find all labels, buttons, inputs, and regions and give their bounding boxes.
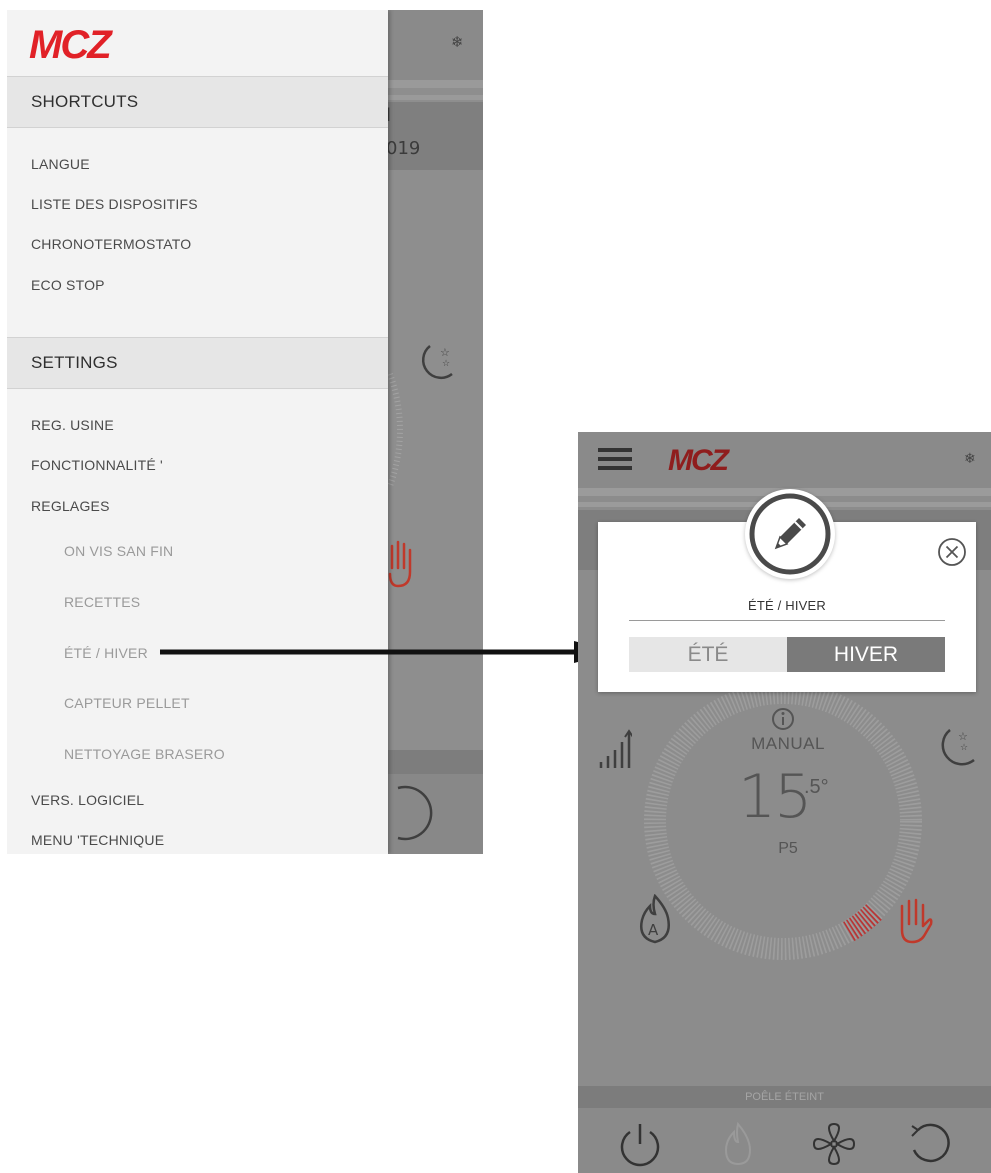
menu-item-fonctionnalite[interactable]: FONCTIONNALITÉ ' [31,457,163,473]
hand-icon [388,540,412,588]
snowflake-icon: ❄ [451,34,464,51]
shortcuts-header: SHORTCUTS [7,76,388,128]
menu-item-menu-technique[interactable]: MENU 'TECHNIQUE [31,832,164,848]
info-icon[interactable] [770,706,796,732]
hiver-option-button[interactable]: HIVER [787,637,945,672]
menu-item-langue[interactable]: LANGUE [31,156,90,172]
fan-icon[interactable] [810,1120,858,1168]
svg-text:☆: ☆ [440,346,450,359]
submenu-item-ete-hiver[interactable]: ÉTÉ / HIVER [64,645,148,661]
navigation-drawer: MCZ SHORTCUTS LANGUE LISTE DES DISPOSITI… [7,10,388,854]
menu-item-eco-stop[interactable]: ECO STOP [31,277,105,293]
pencil-icon [749,493,831,575]
svg-text:☆: ☆ [442,359,450,369]
svg-text:A: A [648,921,659,939]
menu-item-liste-des-dispositifs[interactable]: LISTE DES DISPOSITIFS [31,196,198,212]
submenu-item-recettes[interactable]: RECETTES [64,594,140,610]
manual-hand-icon[interactable] [896,896,934,944]
svg-text:☆: ☆ [960,743,968,753]
composite-figure: l 019 ❄ ☆ ☆ MCZ SHORTCUTS LANGUE LISTE D… [0,0,991,1173]
background-app: l 019 ❄ ☆ ☆ [386,10,483,854]
submenu-item-capteur-pellet[interactable]: CAPTEUR PELLET [64,695,190,711]
menu-item-reg-usine[interactable]: REG. USINE [31,417,114,433]
svg-text:MCZ: MCZ [29,24,113,64]
dial-edge [388,372,403,488]
svg-text:MCZ: MCZ [668,444,731,474]
app-screenshot: MCZ ❄ ☆ ☆ A MANUAL 15 .5° P5 POÊLE ÉTEIN… [578,432,991,1173]
power-icon[interactable] [616,1120,664,1168]
submenu-item-on-vis-san-fin[interactable]: ON VIS SAN FIN [64,543,173,559]
mcz-logo: MCZ [29,24,115,64]
stove-status-bar: POÊLE ÉTEINT [578,1086,991,1108]
close-icon[interactable] [936,536,968,568]
snowflake-icon: ❄ [964,450,976,466]
ete-option-button[interactable]: ÉTÉ [629,637,787,672]
refresh-icon [397,785,433,841]
drawer-screenshot: l 019 ❄ ☆ ☆ MCZ SHORTCUTS LANGUE LISTE D… [7,10,483,854]
mcz-logo: MCZ [668,444,733,474]
menu-item-reglages[interactable]: REGLAGES [31,498,110,514]
svg-text:☆: ☆ [958,730,968,743]
hamburger-menu-icon[interactable] [598,446,632,472]
auto-flame-icon[interactable]: A [636,894,674,944]
divider [629,620,945,621]
menu-item-chronotermostato[interactable]: CHRONOTERMOSTATO [31,236,191,252]
submenu-item-nettoyage-brasero[interactable]: NETTOYAGE BRASERO [64,746,225,762]
flame-icon[interactable] [714,1120,762,1168]
settings-header: SETTINGS [7,337,388,389]
background-text-fragment: 019 [386,138,421,159]
edit-badge [745,489,835,579]
refresh-icon[interactable] [906,1120,954,1168]
power-level-label: P5 [778,840,798,857]
moon-icon[interactable]: ☆ ☆ [934,722,978,772]
mode-label: MANUAL [751,734,825,753]
dialog-title: ÉTÉ / HIVER [747,598,827,613]
arrow-connector [160,641,616,663]
temperature-decimal: .5° [804,776,829,798]
temperature-value: 15 [738,762,812,832]
menu-item-vers-logiciel[interactable]: VERS. LOGICIEL [31,792,144,808]
power-signal-icon[interactable] [598,728,632,772]
